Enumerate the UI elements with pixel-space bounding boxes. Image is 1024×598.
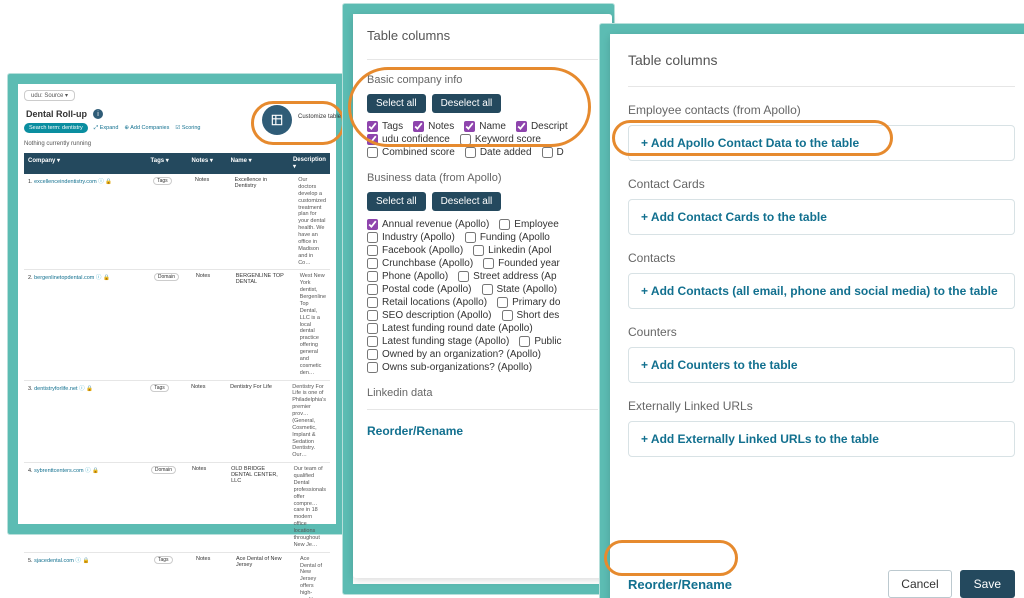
expand-button[interactable]: ⤢ Expand xyxy=(94,125,119,132)
chk-d3[interactable] xyxy=(542,147,553,158)
table-row[interactable]: 2. bergenlinetopdental.com ⓘ 🔒DomainNote… xyxy=(24,270,330,380)
chk-biz[interactable] xyxy=(458,271,469,282)
right-title: Table columns xyxy=(628,52,1015,68)
chk-udu[interactable] xyxy=(367,134,378,145)
customize-table-link[interactable]: Customize table xyxy=(298,114,341,120)
add-section-button[interactable]: + Add Contacts (all email, phone and soc… xyxy=(628,273,1015,309)
biz-label: Business data (from Apollo) xyxy=(367,172,598,184)
lock-icon: 🔒 xyxy=(105,179,112,185)
reorder-rename-mid[interactable]: Reorder/Rename xyxy=(367,424,598,438)
chk-date[interactable] xyxy=(465,147,476,158)
chk-biz[interactable] xyxy=(367,284,378,295)
add-companies-button[interactable]: ⊕ Add Companies xyxy=(124,125,169,131)
info-icon[interactable]: ⓘ xyxy=(75,558,81,564)
chk-combined[interactable] xyxy=(367,147,378,158)
section-label: Counters xyxy=(628,325,1015,339)
chk-biz[interactable] xyxy=(483,258,494,269)
chk-biz[interactable] xyxy=(367,336,378,347)
source-tab[interactable]: udu: Source ▾ xyxy=(24,90,75,101)
linkedin-label: Linkedin data xyxy=(367,387,598,399)
th-desc[interactable]: Description ▾ xyxy=(289,153,330,174)
scoring-button[interactable]: ☑ Scoring xyxy=(175,125,200,131)
section-label: Contact Cards xyxy=(628,177,1015,191)
info-icon[interactable]: ⓘ xyxy=(98,179,104,185)
search-pill[interactable]: Search term: dentistry xyxy=(24,123,88,133)
chk-biz[interactable] xyxy=(465,232,476,243)
chk-desc[interactable] xyxy=(516,121,527,132)
info-icon[interactable]: ⓘ xyxy=(79,386,85,392)
basic-label: Basic company info xyxy=(367,74,598,86)
chk-biz[interactable] xyxy=(367,245,378,256)
chk-biz[interactable] xyxy=(497,297,508,308)
th-company[interactable]: Company ▾ xyxy=(24,153,147,174)
section-label: Employee contacts (from Apollo) xyxy=(628,103,1015,117)
chk-name[interactable] xyxy=(464,121,475,132)
reorder-rename-right[interactable]: Reorder/Rename xyxy=(628,577,732,592)
status-text: Nothing currently running xyxy=(24,141,330,147)
info-icon[interactable]: ⓘ xyxy=(96,275,102,281)
mid-panel: Table columns Basic company info Select … xyxy=(353,14,612,578)
tag-button[interactable]: Domain xyxy=(154,273,179,281)
lock-icon: 🔒 xyxy=(86,386,93,392)
chk-biz[interactable] xyxy=(482,284,493,295)
th-notes[interactable]: Notes ▾ xyxy=(188,153,227,174)
section-label: Externally Linked URLs xyxy=(628,399,1015,413)
table-row[interactable]: 5. sjacedental.com ⓘ 🔒TagsNotesAce Denta… xyxy=(24,553,330,598)
right-panel: Table columns Employee contacts (from Ap… xyxy=(610,34,1024,598)
deselect-all-biz[interactable]: Deselect all xyxy=(432,192,502,211)
section-label: Contacts xyxy=(628,251,1015,265)
th-tags[interactable]: Tags ▾ xyxy=(147,153,188,174)
info-icon[interactable]: ⓘ xyxy=(85,468,91,474)
customize-table-icon[interactable] xyxy=(262,105,292,135)
tag-button[interactable]: Tags xyxy=(150,384,169,392)
chk-biz[interactable] xyxy=(367,232,378,243)
table-row[interactable]: 3. dentistryforlife.net ⓘ 🔒TagsNotesDent… xyxy=(24,381,330,464)
add-section-button[interactable]: + Add Externally Linked URLs to the tabl… xyxy=(628,421,1015,457)
chk-biz[interactable] xyxy=(367,271,378,282)
chk-biz[interactable] xyxy=(367,362,378,373)
chk-biz[interactable] xyxy=(473,245,484,256)
chk-biz[interactable] xyxy=(367,219,378,230)
basic-checkboxes: Tags Notes Name Descript udu confidence … xyxy=(367,121,598,158)
chk-keyword[interactable] xyxy=(460,134,471,145)
chk-notes[interactable] xyxy=(413,121,424,132)
chk-biz[interactable] xyxy=(499,219,510,230)
add-section-button[interactable]: + Add Contact Cards to the table xyxy=(628,199,1015,235)
table-header: Company ▾ Tags ▾ Notes ▾ Name ▾ Descript… xyxy=(24,153,330,174)
tag-button[interactable]: Domain xyxy=(151,466,176,474)
chk-biz[interactable] xyxy=(367,297,378,308)
select-all-biz[interactable]: Select all xyxy=(367,192,426,211)
chk-tags[interactable] xyxy=(367,121,378,132)
chk-biz[interactable] xyxy=(367,323,378,334)
deselect-all-basic[interactable]: Deselect all xyxy=(432,94,502,113)
page-title: Dental Roll-up xyxy=(26,109,87,119)
lock-icon: 🔒 xyxy=(82,558,89,564)
left-frame: udu: Source ▾ Dental Roll-up i Search te… xyxy=(8,74,346,534)
table-row[interactable]: 1. excellenceindentistry.com ⓘ 🔒TagsNote… xyxy=(24,174,330,270)
chk-biz[interactable] xyxy=(502,310,513,321)
chk-biz[interactable] xyxy=(367,349,378,360)
chk-biz[interactable] xyxy=(367,310,378,321)
th-name[interactable]: Name ▾ xyxy=(227,153,289,174)
save-button[interactable]: Save xyxy=(960,570,1015,598)
select-all-basic[interactable]: Select all xyxy=(367,94,426,113)
add-section-button[interactable]: + Add Counters to the table xyxy=(628,347,1015,383)
chk-biz[interactable] xyxy=(367,258,378,269)
lock-icon: 🔒 xyxy=(103,275,110,281)
tag-button[interactable]: Tags xyxy=(153,177,172,185)
table-row[interactable]: 4. sybrenttcenters.com ⓘ 🔒DomainNotesOLD… xyxy=(24,463,330,553)
mid-title: Table columns xyxy=(367,28,598,43)
chk-biz[interactable] xyxy=(519,336,530,347)
lock-icon: 🔒 xyxy=(92,468,99,474)
tag-button[interactable]: Tags xyxy=(154,556,173,564)
biz-checkboxes: Annual revenue (Apollo)EmployeeIndustry … xyxy=(367,219,598,373)
cancel-button[interactable]: Cancel xyxy=(888,570,951,598)
add-section-button[interactable]: + Add Apollo Contact Data to the table xyxy=(628,125,1015,161)
info-icon[interactable]: i xyxy=(93,109,103,119)
